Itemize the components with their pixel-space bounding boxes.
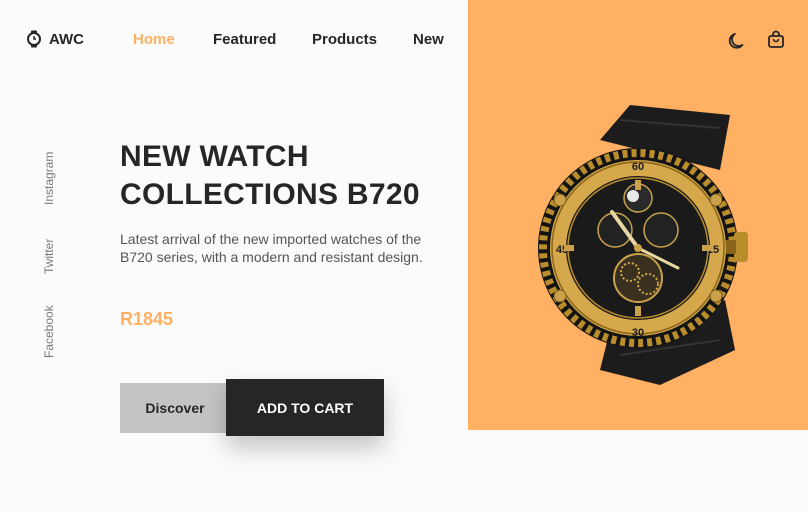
hero-title-line-1: NEW WATCH	[120, 140, 309, 173]
add-to-cart-button[interactable]: ADD TO CART	[226, 379, 384, 436]
nav-products[interactable]: Products	[312, 31, 377, 48]
nav-featured[interactable]: Featured	[213, 31, 276, 48]
social-link-instagram[interactable]: Instagram	[42, 152, 56, 205]
logo[interactable]: AWC	[26, 30, 84, 48]
svg-text:30: 30	[632, 327, 644, 339]
header-actions	[728, 30, 786, 50]
discover-button[interactable]: Discover	[120, 383, 230, 433]
luxury-watch-image: 60 30 15 45	[538, 105, 748, 385]
svg-text:60: 60	[632, 161, 644, 173]
hero-title-line-2: COLLECTIONS B720	[120, 178, 420, 211]
brand-name: AWC	[49, 30, 84, 48]
page: AWC Home Featured Products New Instagram…	[0, 0, 808, 512]
shopping-bag-icon[interactable]	[766, 30, 786, 50]
hero-description: Latest arrival of the new imported watch…	[120, 231, 423, 265]
hero-title: NEW WATCH COLLECTIONS B720	[120, 138, 450, 214]
nav-new[interactable]: New	[413, 31, 444, 48]
product-price: R1845	[120, 309, 174, 329]
watch-icon	[26, 30, 42, 48]
social-link-twitter[interactable]: Twitter	[42, 239, 56, 274]
nav-home[interactable]: Home	[133, 31, 175, 48]
social-link-facebook[interactable]: Facebook	[42, 305, 56, 358]
moon-icon[interactable]	[728, 30, 748, 50]
